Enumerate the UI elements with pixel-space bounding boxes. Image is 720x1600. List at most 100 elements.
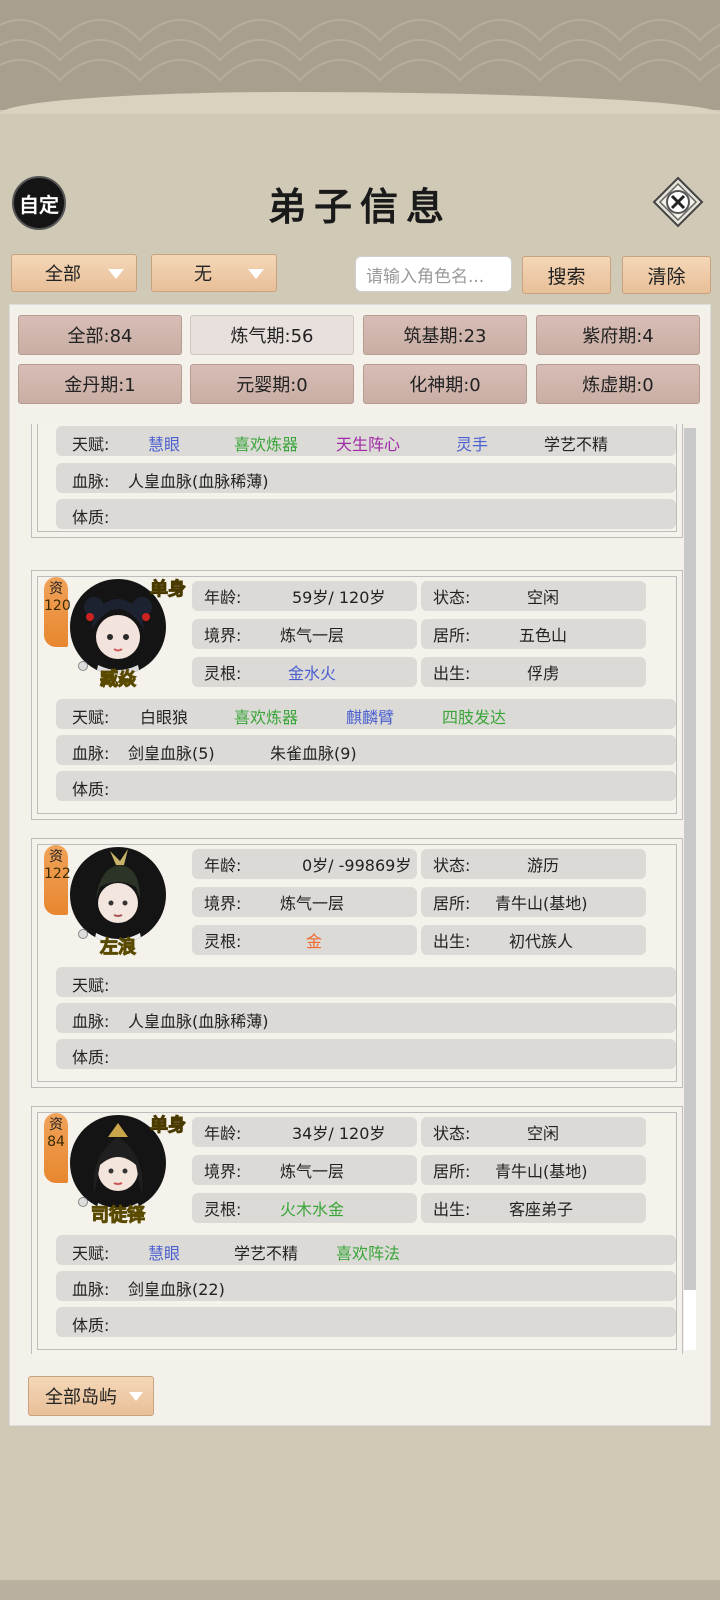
realm-value: 炼气一层: [280, 626, 345, 645]
aptitude-tag: 资 122: [44, 845, 71, 915]
age-value: 0岁/ -99869岁: [302, 856, 412, 875]
birth-cell: 出生: 客座弟子: [421, 1193, 646, 1223]
island-dropdown[interactable]: 全部岛屿: [28, 1376, 154, 1416]
talent-row: 天赋:: [56, 967, 676, 997]
residence-cell: 居所: 五色山: [421, 619, 646, 649]
realm-key: 境界:: [204, 1162, 242, 1181]
search-input[interactable]: 请输入角色名...: [355, 256, 512, 292]
disciple-card[interactable]: 资 120 单身 臧焱 年龄: 59岁/ 120岁 状态: 空闲 境界: 炼气一层 居…: [31, 570, 683, 820]
residence-key: 居所:: [433, 894, 471, 913]
birth-key: 出生:: [433, 1200, 471, 1219]
list-scrollbar-thumb[interactable]: [684, 428, 696, 1290]
residence-value: 青牛山(基地): [495, 894, 588, 913]
constitution-row: 体质:: [56, 1039, 676, 1069]
realm-tab-huashen[interactable]: 化神期:0: [363, 364, 527, 404]
close-button[interactable]: [652, 176, 704, 228]
birth-cell: 出生: 俘虏: [421, 657, 646, 687]
root-cell: 灵根: 金水火: [192, 657, 417, 687]
realm-tab-label: 全部:84: [67, 326, 133, 347]
birth-key: 出生:: [433, 932, 471, 951]
realm-tab-yuanying[interactable]: 元婴期:0: [190, 364, 354, 404]
realm-tab-label: 元婴期:0: [236, 375, 308, 396]
realm-tab-lianxu[interactable]: 炼虚期:0: [536, 364, 700, 404]
status-key: 状态:: [433, 856, 471, 875]
root-value: 金水火: [288, 664, 337, 683]
realm-tab-lianqi[interactable]: 炼气期:56: [190, 315, 354, 355]
talent-tag: 学艺不精: [234, 1244, 299, 1263]
talent-tag: 学艺不精: [544, 435, 609, 454]
birth-value: 初代族人: [509, 932, 574, 951]
search-button[interactable]: 搜索: [522, 256, 611, 294]
bloodline-row: 血脉: 剑皇血脉(5) 朱雀血脉(9): [56, 735, 676, 765]
secondary-dropdown[interactable]: 无: [151, 254, 277, 292]
status-key: 状态:: [433, 588, 471, 607]
age-cell: 年龄: 34岁/ 120岁: [192, 1117, 417, 1147]
birth-value: 客座弟子: [509, 1200, 574, 1219]
disciple-list[interactable]: 天赋: 慧眼 喜欢炼器 天生阵心 灵手 学艺不精 血脉: 人皇血脉(血脉稀薄) …: [9, 424, 711, 1354]
bloodline-key: 血脉:: [72, 744, 110, 763]
birth-key: 出生:: [433, 664, 471, 683]
search-placeholder: 请输入角色名...: [366, 266, 485, 287]
bloodline-value: 人皇血脉(血脉稀薄): [128, 1012, 269, 1031]
single-tag: 单身: [150, 1115, 187, 1137]
bloodline-value: 剑皇血脉(22): [128, 1280, 225, 1299]
chevron-down-icon: [248, 269, 264, 279]
bloodline-row: 血脉: 人皇血脉(血脉稀薄): [56, 463, 676, 493]
close-icon: [652, 176, 704, 228]
realm-tab-jindan[interactable]: 金丹期:1: [18, 364, 182, 404]
status-cell: 状态: 空闲: [421, 1117, 646, 1147]
status-cell: 状态: 游历: [421, 849, 646, 879]
bloodline-value: 剑皇血脉(5): [128, 744, 215, 763]
realm-tab-zifu[interactable]: 紫府期:4: [536, 315, 700, 355]
age-value: 59岁/ 120岁: [292, 588, 386, 607]
talent-tag: 四肢发达: [442, 708, 507, 727]
talent-tag: 麒麟臂: [346, 708, 395, 727]
realm-tab-all[interactable]: 全部:84: [18, 315, 182, 355]
disciple-card[interactable]: 资 122 左浪 年龄: 0岁/ -99869岁 状态: 游历 境界: 炼气一层 居所…: [31, 838, 683, 1088]
talent-row: 天赋: 慧眼 喜欢炼器 天生阵心 灵手 学艺不精: [56, 426, 676, 456]
realm-tab-label: 紫府期:4: [582, 326, 654, 347]
age-cell: 年龄: 59岁/ 120岁: [192, 581, 417, 611]
realm-cell: 境界: 炼气一层: [192, 887, 417, 917]
realm-cell: 境界: 炼气一层: [192, 1155, 417, 1185]
bottom-decor-band: [0, 1580, 720, 1600]
bloodline-row: 血脉: 人皇血脉(血脉稀薄): [56, 1003, 676, 1033]
bloodline-value: 朱雀血脉(9): [270, 744, 357, 763]
aptitude-key: 资: [49, 849, 63, 865]
disciple-name: 司徒铎: [91, 1205, 146, 1227]
talent-tag: 喜欢炼器: [234, 708, 299, 727]
age-key: 年龄:: [204, 1124, 242, 1143]
age-cell: 年龄: 0岁/ -99869岁: [192, 849, 417, 879]
talent-tag: 白眼狼: [140, 708, 189, 727]
realm-key: 境界:: [204, 894, 242, 913]
realm-cell: 境界: 炼气一层: [192, 619, 417, 649]
talent-key: 天赋:: [72, 435, 110, 454]
talent-tag: 慧眼: [148, 435, 181, 454]
root-key: 灵根:: [204, 932, 242, 951]
chevron-down-icon: [108, 269, 124, 279]
root-cell: 灵根: 金: [192, 925, 417, 955]
aptitude-key: 资: [49, 581, 63, 597]
clear-button-label: 清除: [647, 265, 686, 288]
aptitude-tag: 资 120: [44, 577, 71, 647]
age-key: 年龄:: [204, 588, 242, 607]
constitution-key: 体质:: [72, 780, 110, 799]
disciple-card[interactable]: 资 84 单身 司徒铎 年龄: 34岁/ 120岁 状态: 空闲 境界: 炼气一层 居…: [31, 1106, 683, 1354]
single-tag: 单身: [150, 579, 187, 601]
search-button-label: 搜索: [547, 265, 586, 288]
aptitude-key: 资: [49, 1117, 63, 1133]
category-dropdown[interactable]: 全部: [11, 254, 137, 292]
clear-button[interactable]: 清除: [622, 256, 711, 294]
constitution-row: 体质:: [56, 771, 676, 801]
disciple-card[interactable]: 天赋: 慧眼 喜欢炼器 天生阵心 灵手 学艺不精 血脉: 人皇血脉(血脉稀薄) …: [31, 424, 683, 538]
realm-tab-zhuji[interactable]: 筑基期:23: [363, 315, 527, 355]
age-key: 年龄:: [204, 856, 242, 875]
constitution-row: 体质:: [56, 1307, 676, 1337]
bloodline-key: 血脉:: [72, 1280, 110, 1299]
root-key: 灵根:: [204, 664, 242, 683]
realm-key: 境界:: [204, 626, 242, 645]
root-value: 金: [306, 932, 323, 951]
realm-value: 炼气一层: [280, 1162, 345, 1181]
status-key: 状态:: [433, 1124, 471, 1143]
talent-tag: 天生阵心: [336, 435, 401, 454]
